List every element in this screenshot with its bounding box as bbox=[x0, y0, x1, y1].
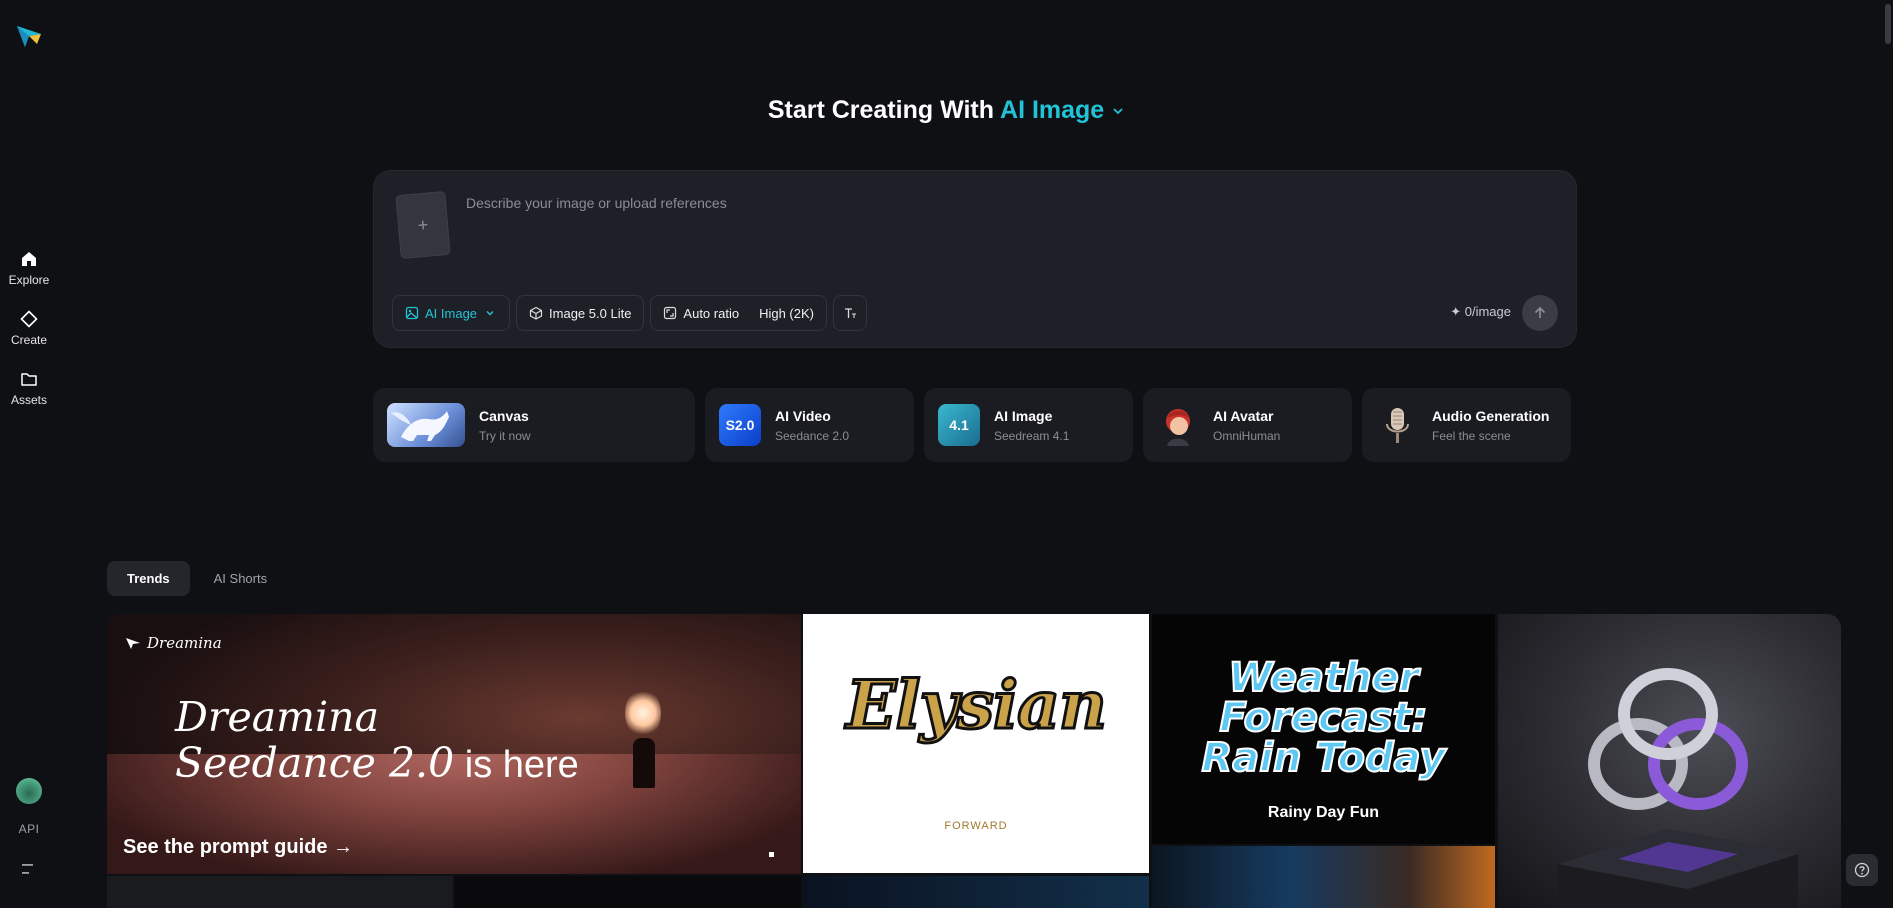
hero-brand-label: Dreamina bbox=[147, 634, 222, 652]
feature-title: AI Image bbox=[994, 407, 1053, 424]
canvas-pegasus-thumbnail bbox=[387, 403, 465, 447]
dreamina-logo-icon bbox=[126, 638, 140, 649]
trends-gallery: Dreamina Dreamina Seedance 2.0 is here S… bbox=[107, 614, 1841, 908]
hero-brand: Dreamina bbox=[125, 634, 222, 652]
weather-caption: Rainy Day Fun bbox=[1267, 804, 1380, 821]
ai-video-thumbnail: S2.0 bbox=[719, 404, 761, 446]
heading-prefix: Start Creating With bbox=[767, 96, 994, 124]
feature-title: Audio Generation bbox=[1432, 407, 1550, 424]
plus-icon: + bbox=[416, 214, 430, 235]
sidebar-item-assets[interactable]: Assets bbox=[0, 370, 58, 407]
tab-ai-shorts[interactable]: AI Shorts bbox=[194, 561, 287, 596]
tab-trends[interactable]: Trends bbox=[107, 561, 190, 596]
arrow-up-icon bbox=[1534, 306, 1546, 318]
mode-label: AI Image bbox=[1000, 96, 1105, 124]
model-selector-label: Image 5.0 Lite bbox=[549, 305, 632, 321]
upload-reference-button[interactable]: + bbox=[395, 190, 451, 260]
sidebar-item-label: Assets bbox=[10, 393, 47, 407]
credit-cost: ✦ 0/image bbox=[1450, 304, 1511, 319]
aspect-ratio-icon bbox=[664, 306, 677, 320]
sidebar: Explore Create Assets API bbox=[0, 0, 58, 908]
image-icon bbox=[405, 306, 419, 320]
menu-icon[interactable] bbox=[21, 862, 37, 876]
ai-image-badge: 4.1 bbox=[949, 417, 969, 433]
gallery-tabs: Trends AI Shorts bbox=[107, 561, 287, 596]
hero-banner-seedance[interactable]: Dreamina Dreamina Seedance 2.0 is here S… bbox=[107, 614, 801, 874]
ai-avatar-thumbnail bbox=[1157, 404, 1199, 446]
gallery-card-row2-1[interactable] bbox=[107, 876, 453, 908]
sidebar-item-explore[interactable]: Explore bbox=[0, 250, 58, 287]
feature-card-ai-video[interactable]: S2.0 AI Video Seedance 2.0 bbox=[705, 388, 914, 462]
scrollbar-thumb[interactable] bbox=[1885, 4, 1891, 44]
audio-microphone-thumbnail bbox=[1376, 404, 1418, 446]
folder-icon bbox=[21, 373, 37, 386]
feature-subtitle: Try it now bbox=[479, 428, 531, 443]
gallery-card-weather[interactable]: Weather Forecast: Rain Today Rainy Day F… bbox=[1152, 614, 1495, 844]
quality-label: High (2K) bbox=[759, 305, 814, 321]
prompt-guide-link[interactable]: See the prompt guide → bbox=[123, 836, 353, 859]
feature-card-canvas[interactable]: Canvas Try it now bbox=[373, 388, 695, 462]
mode-dropdown[interactable]: AI Image bbox=[392, 295, 511, 331]
sidebar-item-label: Explore bbox=[8, 273, 50, 287]
prompt-box: + AI Image Image 5.0 Lite Auto ratio Hig… bbox=[373, 170, 1577, 348]
feature-title: AI Video bbox=[775, 407, 831, 424]
dreamina-logo-icon[interactable] bbox=[15, 22, 43, 48]
figure-silhouette-image bbox=[633, 738, 655, 788]
gallery-card-street-night[interactable] bbox=[1152, 846, 1495, 908]
diamond-icon bbox=[20, 310, 38, 328]
mode-switcher[interactable]: AI Image bbox=[1000, 96, 1125, 124]
mode-dropdown-label: AI Image bbox=[425, 305, 478, 321]
weather-title-line2: Forecast: bbox=[1218, 695, 1428, 741]
chevron-down-icon bbox=[486, 311, 494, 316]
question-icon bbox=[1854, 862, 1870, 878]
gallery-card-row2-2[interactable] bbox=[455, 876, 801, 908]
feature-subtitle: Seedream 4.1 bbox=[994, 428, 1070, 443]
app-root: Explore Create Assets API Start Creating… bbox=[0, 0, 1893, 908]
generate-button[interactable] bbox=[1522, 295, 1558, 331]
ai-video-badge: S2.0 bbox=[725, 417, 755, 433]
feature-card-audio-generation[interactable]: Audio Generation Feel the scene bbox=[1362, 388, 1571, 462]
feature-subtitle: Feel the scene bbox=[1432, 428, 1511, 443]
avatar[interactable] bbox=[16, 778, 42, 804]
prompt-toolbar: AI Image Image 5.0 Lite Auto ratio High … bbox=[392, 295, 867, 331]
ratio-quality-selector[interactable]: Auto ratio High (2K) bbox=[650, 295, 827, 331]
hero-headline: Dreamina Seedance 2.0 is here bbox=[175, 694, 579, 788]
api-link[interactable]: API bbox=[0, 822, 58, 836]
rings-render-image bbox=[1558, 668, 1798, 908]
weather-title: Weather Forecast: Rain Today bbox=[1152, 655, 1495, 781]
ai-image-thumbnail: 4.1 bbox=[938, 404, 980, 446]
carousel-indicator[interactable] bbox=[769, 852, 774, 857]
feature-cards: Canvas Try it now S2.0 AI Video Seedance… bbox=[373, 388, 1571, 462]
home-icon bbox=[22, 252, 36, 266]
sidebar-item-label: Create bbox=[10, 333, 48, 347]
gallery-card-elysian[interactable]: Elysian FORWARD bbox=[803, 614, 1149, 873]
sidebar-item-create[interactable]: Create bbox=[0, 310, 58, 347]
feature-card-ai-image[interactable]: 4.1 AI Image Seedream 4.1 bbox=[924, 388, 1133, 462]
gallery-card-row2-3[interactable] bbox=[803, 876, 1149, 908]
hero-headline-line2: Seedance 2.0 bbox=[175, 739, 455, 787]
page-scrollbar[interactable] bbox=[1883, 0, 1893, 908]
feature-title: AI Avatar bbox=[1213, 407, 1274, 424]
weather-title-line3: Rain Today bbox=[1201, 735, 1447, 781]
elysian-subtitle: FORWARD bbox=[944, 820, 1008, 832]
prompt-input[interactable] bbox=[466, 191, 1226, 215]
gallery-card-rings[interactable] bbox=[1498, 614, 1841, 908]
hero-headline-suffix: is here bbox=[454, 744, 579, 786]
cube-icon bbox=[529, 306, 543, 320]
model-selector[interactable]: Image 5.0 Lite bbox=[516, 295, 645, 331]
ratio-label: Auto ratio bbox=[683, 305, 740, 321]
elysian-logo-text: Elysian bbox=[845, 665, 1109, 746]
feature-subtitle: Seedance 2.0 bbox=[775, 428, 850, 443]
help-button[interactable] bbox=[1846, 854, 1878, 886]
glowing-light-image bbox=[625, 688, 661, 738]
weather-title-line1: Weather bbox=[1227, 655, 1419, 701]
chevron-down-icon bbox=[1113, 108, 1123, 115]
feature-card-ai-avatar[interactable]: AI Avatar OmniHuman bbox=[1143, 388, 1352, 462]
text-size-icon bbox=[845, 308, 856, 318]
page-title: Start Creating With AI Image bbox=[0, 96, 1893, 125]
feature-title: Canvas bbox=[479, 407, 529, 424]
hero-headline-line1: Dreamina bbox=[175, 693, 380, 741]
text-settings-button[interactable] bbox=[833, 295, 867, 331]
feature-subtitle: OmniHuman bbox=[1213, 428, 1281, 443]
